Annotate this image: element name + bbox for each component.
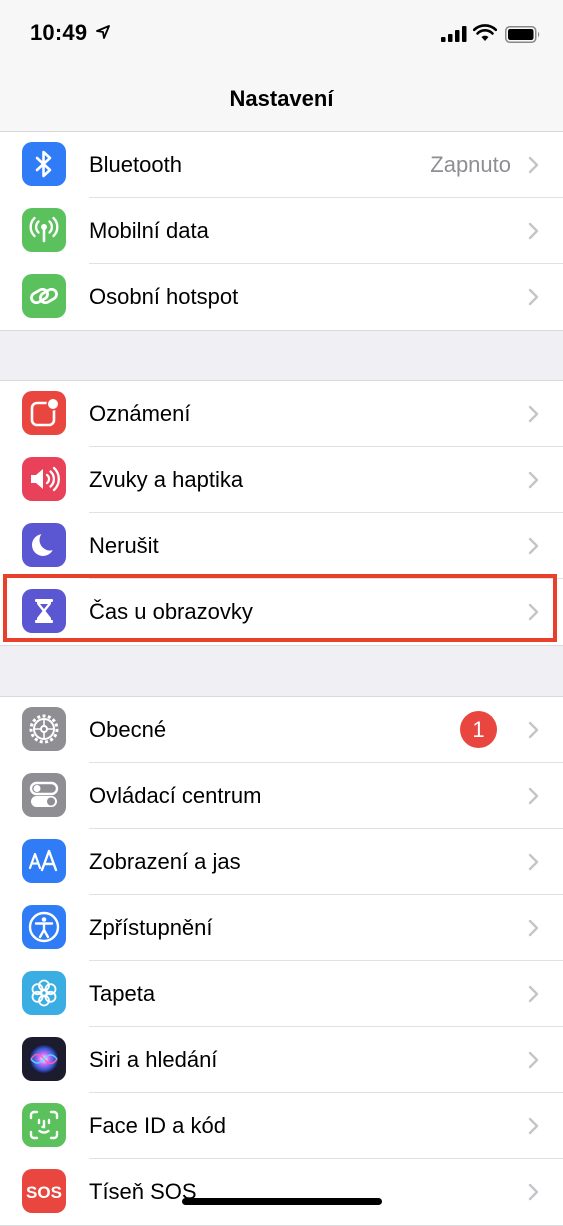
chevron-right-icon	[528, 1117, 539, 1135]
page-title: Nastavení	[229, 86, 334, 111]
settings-row-general[interactable]: Obecné 1	[0, 697, 563, 763]
chevron-right-icon	[528, 288, 539, 306]
settings-row-value: Zapnuto	[430, 152, 511, 177]
settings-row-label: Mobilní data	[89, 218, 209, 243]
chevron-right-icon	[528, 405, 539, 423]
face-id-icon	[22, 1103, 66, 1147]
settings-row-label: Oznámení	[89, 401, 191, 426]
chevron-right-icon	[528, 919, 539, 937]
update-badge: 1	[460, 711, 497, 748]
chevron-right-icon	[528, 721, 539, 739]
settings-row-label: Zvuky a haptika	[89, 467, 244, 492]
settings-row-do-not-disturb[interactable]: Nerušit	[0, 513, 563, 579]
settings-row-siri-search[interactable]: Siri a hledání	[0, 1027, 563, 1093]
settings-row-label: Siri a hledání	[89, 1047, 218, 1072]
notifications-icon	[22, 391, 66, 435]
wifi-icon	[473, 24, 497, 41]
bluetooth-icon	[22, 142, 66, 186]
navigation-bar: Nastavení	[0, 64, 563, 133]
settings-row-label: Zpřístupnění	[89, 915, 213, 940]
chevron-right-icon	[528, 787, 539, 805]
settings-row-sounds[interactable]: Zvuky a haptika	[0, 447, 563, 513]
siri-icon	[22, 1037, 66, 1081]
settings-group-connectivity: Bluetooth Zapnuto Mobilní data Osobní ho…	[0, 131, 563, 331]
settings-row-mobile-data[interactable]: Mobilní data	[0, 198, 563, 264]
settings-row-bluetooth[interactable]: Bluetooth Zapnuto	[0, 132, 563, 198]
text-size-icon	[22, 839, 66, 883]
battery-icon	[505, 26, 540, 43]
settings-row-control-center[interactable]: Ovládací centrum	[0, 763, 563, 829]
settings-row-label: Face ID a kód	[89, 1113, 226, 1138]
sos-icon: SOS	[22, 1169, 66, 1213]
status-bar: 10:49	[0, 0, 563, 64]
chevron-right-icon	[528, 222, 539, 240]
chevron-right-icon	[528, 853, 539, 871]
settings-row-label: Bluetooth	[89, 152, 182, 177]
toggles-icon	[22, 773, 66, 817]
settings-row-label: Ovládací centrum	[89, 783, 262, 808]
antenna-icon	[22, 208, 66, 252]
chevron-right-icon	[528, 1183, 539, 1201]
settings-row-accessibility[interactable]: Zpřístupnění	[0, 895, 563, 961]
status-time: 10:49	[30, 20, 88, 45]
settings-row-label: Nerušit	[89, 533, 159, 558]
settings-row-display-brightness[interactable]: Zobrazení a jas	[0, 829, 563, 895]
chevron-right-icon	[528, 985, 539, 1003]
location-arrow-icon	[96, 25, 110, 39]
settings-row-label: Tíseň SOS	[89, 1179, 197, 1204]
cellular-signal-icon	[441, 26, 467, 42]
hotspot-icon	[22, 274, 66, 318]
chevron-right-icon	[528, 156, 539, 174]
chevron-right-icon	[528, 537, 539, 555]
home-indicator[interactable]	[182, 1198, 382, 1205]
settings-row-notifications[interactable]: Oznámení	[0, 381, 563, 447]
settings-row-personal-hotspot[interactable]: Osobní hotspot	[0, 264, 563, 330]
screen-time-highlight-box	[3, 574, 557, 642]
settings-row-label: Zobrazení a jas	[89, 849, 241, 874]
chevron-right-icon	[528, 1051, 539, 1069]
moon-icon	[22, 523, 66, 567]
sos-icon-text: SOS	[26, 1183, 62, 1202]
settings-group-general: Obecné 1 Ovládací centrum Zobrazení a ja…	[0, 696, 563, 1226]
settings-row-label: Tapeta	[89, 981, 156, 1006]
speaker-icon	[22, 457, 66, 501]
chevron-right-icon	[528, 471, 539, 489]
flower-icon	[22, 971, 66, 1015]
settings-row-emergency-sos[interactable]: SOS Tíseň SOS	[0, 1159, 563, 1225]
settings-row-face-id[interactable]: Face ID a kód	[0, 1093, 563, 1159]
gear-icon	[22, 707, 66, 751]
settings-row-label: Osobní hotspot	[89, 284, 239, 309]
accessibility-icon	[22, 905, 66, 949]
settings-row-wallpaper[interactable]: Tapeta	[0, 961, 563, 1027]
settings-row-label: Obecné	[89, 717, 167, 742]
